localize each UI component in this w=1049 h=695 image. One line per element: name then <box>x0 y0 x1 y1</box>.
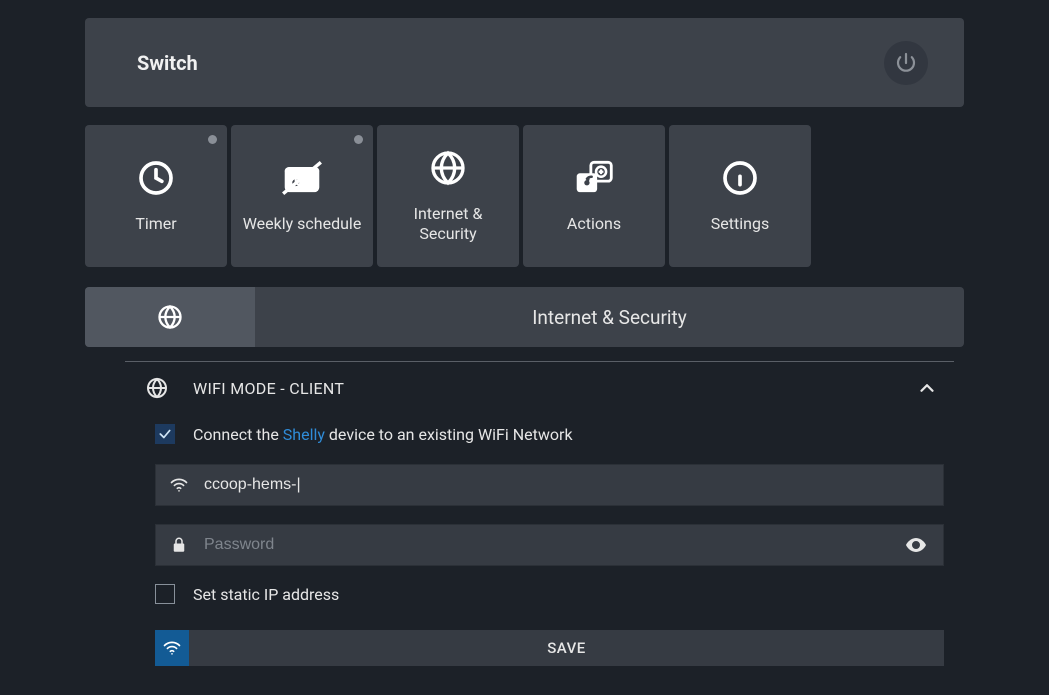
wifi-icon <box>162 638 182 658</box>
accordion-label: WIFI MODE - CLIENT <box>193 379 892 398</box>
power-icon <box>894 51 918 75</box>
tab-settings[interactable]: Settings <box>669 125 811 267</box>
save-button[interactable]: SAVE <box>189 630 944 666</box>
password-input[interactable] <box>204 536 887 554</box>
section-icon-box <box>85 287 255 347</box>
wifi-client-form: Connect the Shelly device to an existing… <box>85 424 964 666</box>
timer-icon <box>136 158 176 198</box>
tab-label: Settings <box>703 214 777 234</box>
weekly-icon <box>280 158 324 198</box>
globe-icon <box>156 303 184 331</box>
ssid-field <box>155 464 944 506</box>
power-button[interactable] <box>884 41 928 85</box>
static-ip-label: Set static IP address <box>193 585 339 604</box>
eye-icon <box>904 533 928 557</box>
static-ip-checkbox[interactable] <box>155 584 175 604</box>
save-row: SAVE <box>155 630 944 666</box>
static-ip-row: Set static IP address <box>155 584 944 604</box>
tab-label: Internet & Security <box>377 204 519 244</box>
tabs-row: Timer Weekly schedule Internet & Security A… <box>85 125 964 267</box>
chevron-up-icon <box>916 377 938 399</box>
tab-weekly[interactable]: Weekly schedule <box>231 125 373 267</box>
connect-checkbox[interactable] <box>155 424 175 444</box>
connect-label: Connect the Shelly device to an existing… <box>193 425 573 444</box>
indicator-dot <box>354 135 363 144</box>
show-password-button[interactable] <box>901 533 931 557</box>
ssid-input[interactable] <box>204 476 931 494</box>
tab-label: Weekly schedule <box>235 214 370 234</box>
tab-timer[interactable]: Timer <box>85 125 227 267</box>
section-title: Internet & Security <box>255 287 964 347</box>
shelly-link[interactable]: Shelly <box>283 425 325 444</box>
save-icon-box <box>155 630 189 666</box>
section-bar: Internet & Security <box>85 287 964 347</box>
indicator-dot <box>208 135 217 144</box>
tab-label: Timer <box>127 214 184 234</box>
settings-icon <box>720 158 760 198</box>
accordion-wifi-client[interactable]: WIFI MODE - CLIENT <box>85 362 964 414</box>
tab-label: Actions <box>559 214 629 234</box>
connect-row: Connect the Shelly device to an existing… <box>155 424 944 444</box>
tab-actions[interactable]: Actions <box>523 125 665 267</box>
device-title: Switch <box>137 51 198 75</box>
wifi-icon <box>168 475 190 495</box>
actions-icon <box>572 158 616 198</box>
device-header: Switch <box>85 18 964 107</box>
lock-icon <box>168 536 190 554</box>
globe-icon <box>145 376 169 400</box>
internet-icon <box>428 148 468 188</box>
password-field <box>155 524 944 566</box>
tab-internet[interactable]: Internet & Security <box>377 125 519 267</box>
